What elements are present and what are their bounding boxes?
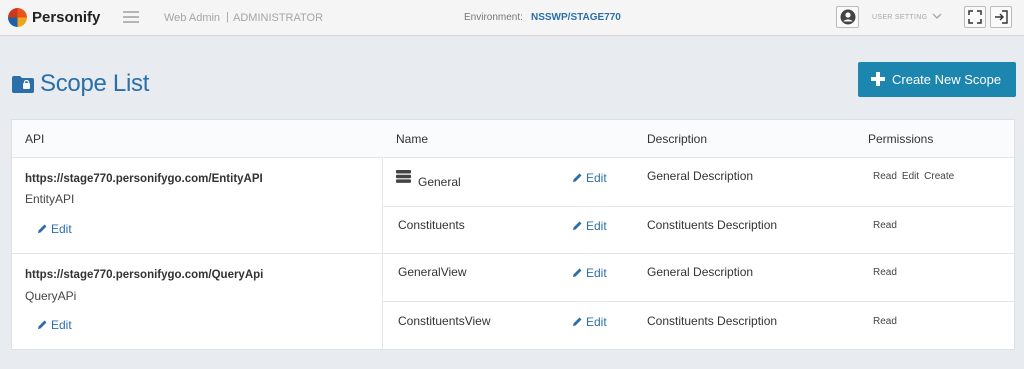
pencil-icon [573, 173, 582, 182]
user-icon [840, 9, 856, 25]
page-title: Scope List [40, 70, 150, 97]
api-edit-link[interactable]: Edit [37, 222, 72, 236]
row-divider [383, 206, 1014, 207]
scope-description: General Description [647, 169, 754, 183]
chevron-down-icon[interactable] [931, 10, 943, 22]
fullscreen-icon [968, 10, 982, 24]
scope-edit-link[interactable]: Edit [572, 315, 607, 329]
top-bar: Personify Web Admin | ADMINISTRATOR Envi… [0, 0, 1024, 36]
api-name: QueryAPi [25, 289, 77, 303]
permission-read: Read [873, 171, 897, 182]
edit-label: Edit [51, 318, 72, 332]
scope-name: ConstituentsView [398, 314, 491, 328]
personify-logo-icon[interactable] [8, 8, 27, 27]
permission-read: Read [873, 316, 897, 327]
user-avatar-button[interactable] [836, 6, 859, 28]
api-url: https://stage770.personifygo.com/EntityA… [25, 173, 263, 185]
scope-description: Constituents Description [647, 314, 778, 328]
brand-name[interactable]: Personify [32, 9, 100, 26]
scope-edit-link[interactable]: Edit [572, 219, 607, 233]
header-separator: | [226, 11, 229, 23]
role-label: ADMINISTRATOR [233, 12, 324, 24]
scope-table: API Name Description Permissions https:/… [11, 119, 1015, 350]
create-new-scope-label: Create New Scope [892, 72, 1002, 87]
environment-label: Environment: [464, 12, 523, 23]
table-header: API Name Description Permissions [12, 120, 1014, 158]
api-url: https://stage770.personifygo.com/QueryAp… [25, 269, 264, 281]
pencil-icon [573, 221, 582, 230]
pencil-icon [573, 317, 582, 326]
edit-label: Edit [586, 219, 607, 233]
menu-icon[interactable] [123, 11, 139, 23]
column-header-api: API [25, 132, 45, 146]
api-name: EntityAPI [25, 192, 75, 206]
permission-read: Read [873, 267, 897, 278]
edit-label: Edit [586, 171, 607, 185]
api-edit-link[interactable]: Edit [37, 318, 72, 332]
environment-value: NSSWP/STAGE770 [531, 12, 621, 23]
scope-name: General [418, 175, 461, 189]
folder-icon [12, 76, 34, 93]
column-header-name: Name [396, 132, 429, 146]
scope-permissions: Read [873, 267, 902, 278]
scope-description: General Description [647, 265, 754, 279]
scope-edit-link[interactable]: Edit [572, 171, 607, 185]
sign-out-button[interactable] [990, 6, 1012, 28]
permission-read: Read [873, 220, 897, 231]
fullscreen-button[interactable] [964, 6, 986, 28]
database-icon [396, 170, 411, 183]
sign-out-icon [995, 10, 1008, 24]
row-divider [12, 253, 1014, 254]
row-divider [383, 301, 1014, 302]
pencil-icon [573, 268, 582, 277]
edit-label: Edit [51, 222, 72, 236]
scope-name: Constituents [398, 218, 465, 232]
pencil-icon [38, 320, 47, 329]
create-new-scope-button[interactable]: Create New Scope [858, 62, 1016, 97]
scope-permissions: Read [873, 220, 902, 231]
edit-label: Edit [586, 315, 607, 329]
scope-permissions: Read [873, 316, 902, 327]
edit-label: Edit [586, 266, 607, 280]
scope-edit-link[interactable]: Edit [572, 266, 607, 280]
web-admin-label: Web Admin [164, 12, 221, 24]
column-header-description: Description [647, 132, 708, 146]
permission-create: Create [924, 171, 955, 182]
column-header-permissions: Permissions [868, 132, 934, 146]
pencil-icon [38, 224, 47, 233]
scope-description: Constituents Description [647, 218, 778, 232]
permission-edit: Edit [901, 171, 920, 182]
scope-permissions: Read Edit Create [873, 171, 959, 182]
user-setting-dropdown[interactable]: USER SETTING [872, 14, 927, 21]
plus-icon [871, 72, 885, 86]
scope-name: GeneralView [398, 265, 467, 279]
